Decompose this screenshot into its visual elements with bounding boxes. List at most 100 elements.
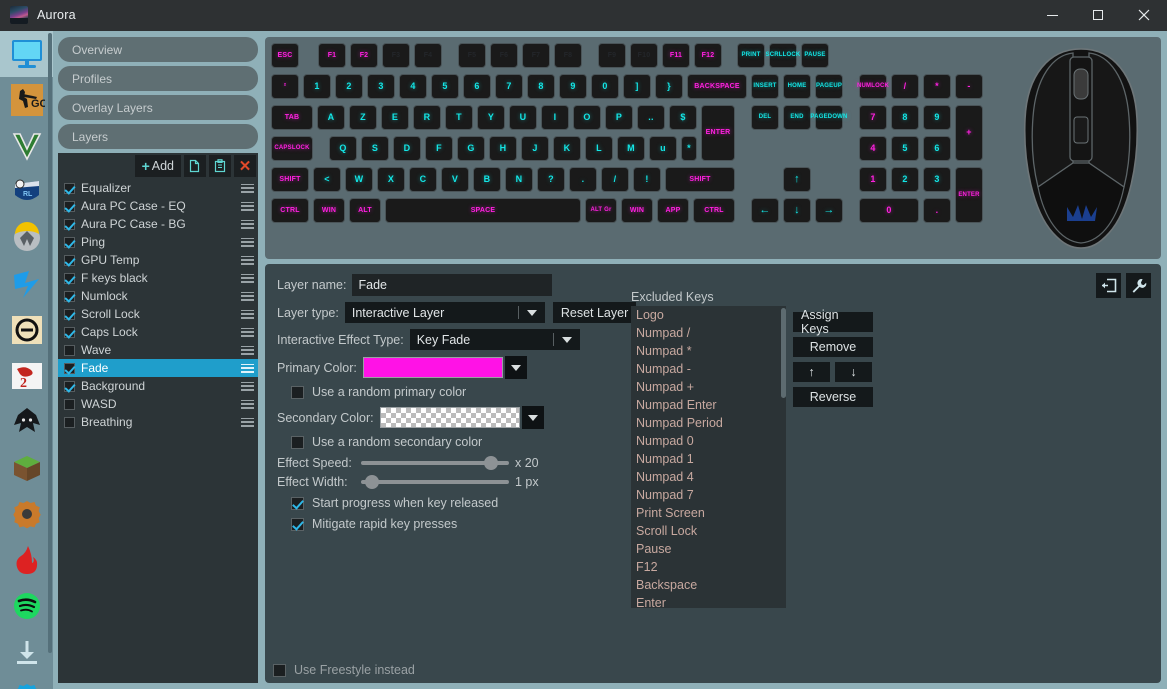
keyboard-key[interactable]: INSERT <box>751 74 779 99</box>
keyboard-key[interactable]: K <box>553 136 581 161</box>
nav-tab-overlay-layers[interactable]: Overlay Layers <box>58 95 258 120</box>
keyboard-key[interactable]: 9 <box>559 74 587 99</box>
keyboard-key[interactable]: ← <box>751 198 779 223</box>
keyboard-key[interactable]: CAPS LOCK <box>271 136 313 161</box>
drag-handle-icon[interactable] <box>241 219 254 229</box>
excluded-key-item[interactable]: Enter <box>631 594 786 608</box>
keyboard-key[interactable]: 9 <box>923 105 951 130</box>
keyboard-key[interactable]: DEL <box>751 105 779 130</box>
copy-layer-button[interactable] <box>184 155 206 177</box>
excluded-key-item[interactable]: Numpad + <box>631 378 786 396</box>
keyboard-key[interactable]: R <box>413 105 441 130</box>
keyboard-key[interactable]: SCRL LOCK <box>766 43 800 68</box>
drag-handle-icon[interactable] <box>241 345 254 355</box>
minimize-button[interactable] <box>1029 0 1075 31</box>
layer-enabled-checkbox[interactable] <box>64 290 75 302</box>
drag-handle-icon[interactable] <box>241 291 254 301</box>
rail-item-gta-v[interactable] <box>0 123 53 169</box>
keyboard-key[interactable]: NUM LOCK <box>857 74 889 99</box>
keyboard-key[interactable]: ? <box>537 167 565 192</box>
layer-enabled-checkbox[interactable] <box>64 380 75 392</box>
drag-handle-icon[interactable] <box>241 309 254 319</box>
keyboard-key[interactable]: F3 <box>382 43 410 68</box>
keyboard-key[interactable]: 6 <box>923 136 951 161</box>
excluded-key-item[interactable]: Numpad Enter <box>631 396 786 414</box>
layer-row[interactable]: Background <box>58 377 258 395</box>
keyboard-key[interactable]: P <box>605 105 633 130</box>
excluded-key-item[interactable]: Backspace <box>631 576 786 594</box>
layer-enabled-checkbox[interactable] <box>64 362 75 374</box>
keyboard-key[interactable]: ! <box>633 167 661 192</box>
layer-row[interactable]: Ping <box>58 233 258 251</box>
keyboard-key[interactable]: ² <box>271 74 299 99</box>
keyboard-key[interactable]: V <box>441 167 469 192</box>
drag-handle-icon[interactable] <box>241 363 254 373</box>
layer-enabled-checkbox[interactable] <box>64 254 75 266</box>
move-up-button[interactable]: ↑ <box>793 362 830 382</box>
keyboard-key[interactable]: - <box>955 74 983 99</box>
keyboard-key[interactable]: APP <box>657 198 689 223</box>
keyboard-key[interactable]: PRINT <box>737 43 765 68</box>
keyboard-key[interactable]: 8 <box>527 74 555 99</box>
rail-item-dota[interactable] <box>0 537 53 583</box>
rail-item-payday[interactable] <box>0 261 53 307</box>
rail-item-guild-wars-2[interactable]: 2 <box>0 353 53 399</box>
excluded-keys-list[interactable]: Logo Numpad / Numpad * Numpad - Numpad + Nump… <box>631 306 786 608</box>
effect-width-slider[interactable] <box>361 475 509 489</box>
keyboard-key[interactable]: 4 <box>859 136 887 161</box>
layer-enabled-checkbox[interactable] <box>64 326 75 338</box>
keyboard-key[interactable]: A <box>317 105 345 130</box>
primary-color-dropdown[interactable] <box>504 356 527 379</box>
keyboard-key[interactable]: O <box>573 105 601 130</box>
keyboard-key[interactable]: F10 <box>630 43 658 68</box>
slider-knob[interactable] <box>365 475 380 489</box>
layer-enabled-checkbox[interactable] <box>64 308 75 320</box>
keyboard-key[interactable]: 8 <box>891 105 919 130</box>
paste-layer-button[interactable] <box>209 155 231 177</box>
keyboard-key[interactable]: ↓ <box>783 198 811 223</box>
layer-row[interactable]: Fade <box>58 359 258 377</box>
keyboard-key[interactable]: E <box>381 105 409 130</box>
keyboard-key[interactable]: BACKSPACE <box>687 74 747 99</box>
keyboard-key[interactable]: SHIFT <box>271 167 309 192</box>
excluded-key-item[interactable]: Numpad 1 <box>631 450 786 468</box>
mitigate-checkbox[interactable] <box>291 517 304 531</box>
settings-wrench-button[interactable] <box>1126 273 1151 298</box>
keyboard-key[interactable]: WIN <box>313 198 345 223</box>
rail-item-desktop[interactable] <box>0 31 53 77</box>
keyboard-key[interactable]: .. <box>637 105 665 130</box>
keyboard-key[interactable]: PAGE UP <box>815 74 843 99</box>
keyboard-key[interactable]: I <box>541 105 569 130</box>
layer-enabled-checkbox[interactable] <box>64 272 75 284</box>
excluded-key-item[interactable]: Print Screen <box>631 504 786 522</box>
keyboard-key[interactable]: 0 <box>859 198 919 223</box>
excluded-keys-scrollbar[interactable] <box>779 306 786 608</box>
layer-list[interactable]: Equalizer Aura PC Case - EQ Aura PC Case -… <box>58 179 258 683</box>
rail-item-gears[interactable] <box>0 491 53 537</box>
layer-name-input[interactable] <box>352 274 553 296</box>
drag-handle-icon[interactable] <box>241 399 254 409</box>
keyboard-key[interactable]: Q <box>329 136 357 161</box>
keyboard-key[interactable]: F12 <box>694 43 722 68</box>
rail-item-csgo[interactable]: GO <box>0 77 53 123</box>
excluded-key-item[interactable]: Numpad * <box>631 342 786 360</box>
assign-keys-button[interactable]: Assign Keys <box>793 308 873 336</box>
rail-item-witcher-3[interactable] <box>0 399 53 445</box>
layer-enabled-checkbox[interactable] <box>64 182 75 194</box>
keyboard-key[interactable]: $ <box>669 105 697 130</box>
keyboard-key[interactable]: L <box>585 136 613 161</box>
layer-row[interactable]: Aura PC Case - BG <box>58 215 258 233</box>
keyboard-preview[interactable]: ESC F1 F2 F3 F4 F5 F6 F7 F8 F9 F10 F11 F12 PRINT SCRL L… <box>271 43 1005 253</box>
excluded-key-item[interactable]: Numpad Period <box>631 414 786 432</box>
rail-item-dbd[interactable] <box>0 307 53 353</box>
delete-layer-button[interactable]: ✕ <box>234 155 256 177</box>
nav-tab-overview[interactable]: Overview <box>58 37 258 62</box>
keyboard-key[interactable]: ENTER <box>701 105 735 161</box>
keyboard-key[interactable]: HOME <box>783 74 811 99</box>
primary-color-swatch[interactable] <box>362 357 503 378</box>
keyboard-key[interactable]: * <box>681 136 697 161</box>
rail-item-overwatch[interactable] <box>0 215 53 261</box>
keyboard-key[interactable]: G <box>457 136 485 161</box>
keyboard-key[interactable]: T <box>445 105 473 130</box>
random-secondary-checkbox[interactable] <box>291 435 304 449</box>
